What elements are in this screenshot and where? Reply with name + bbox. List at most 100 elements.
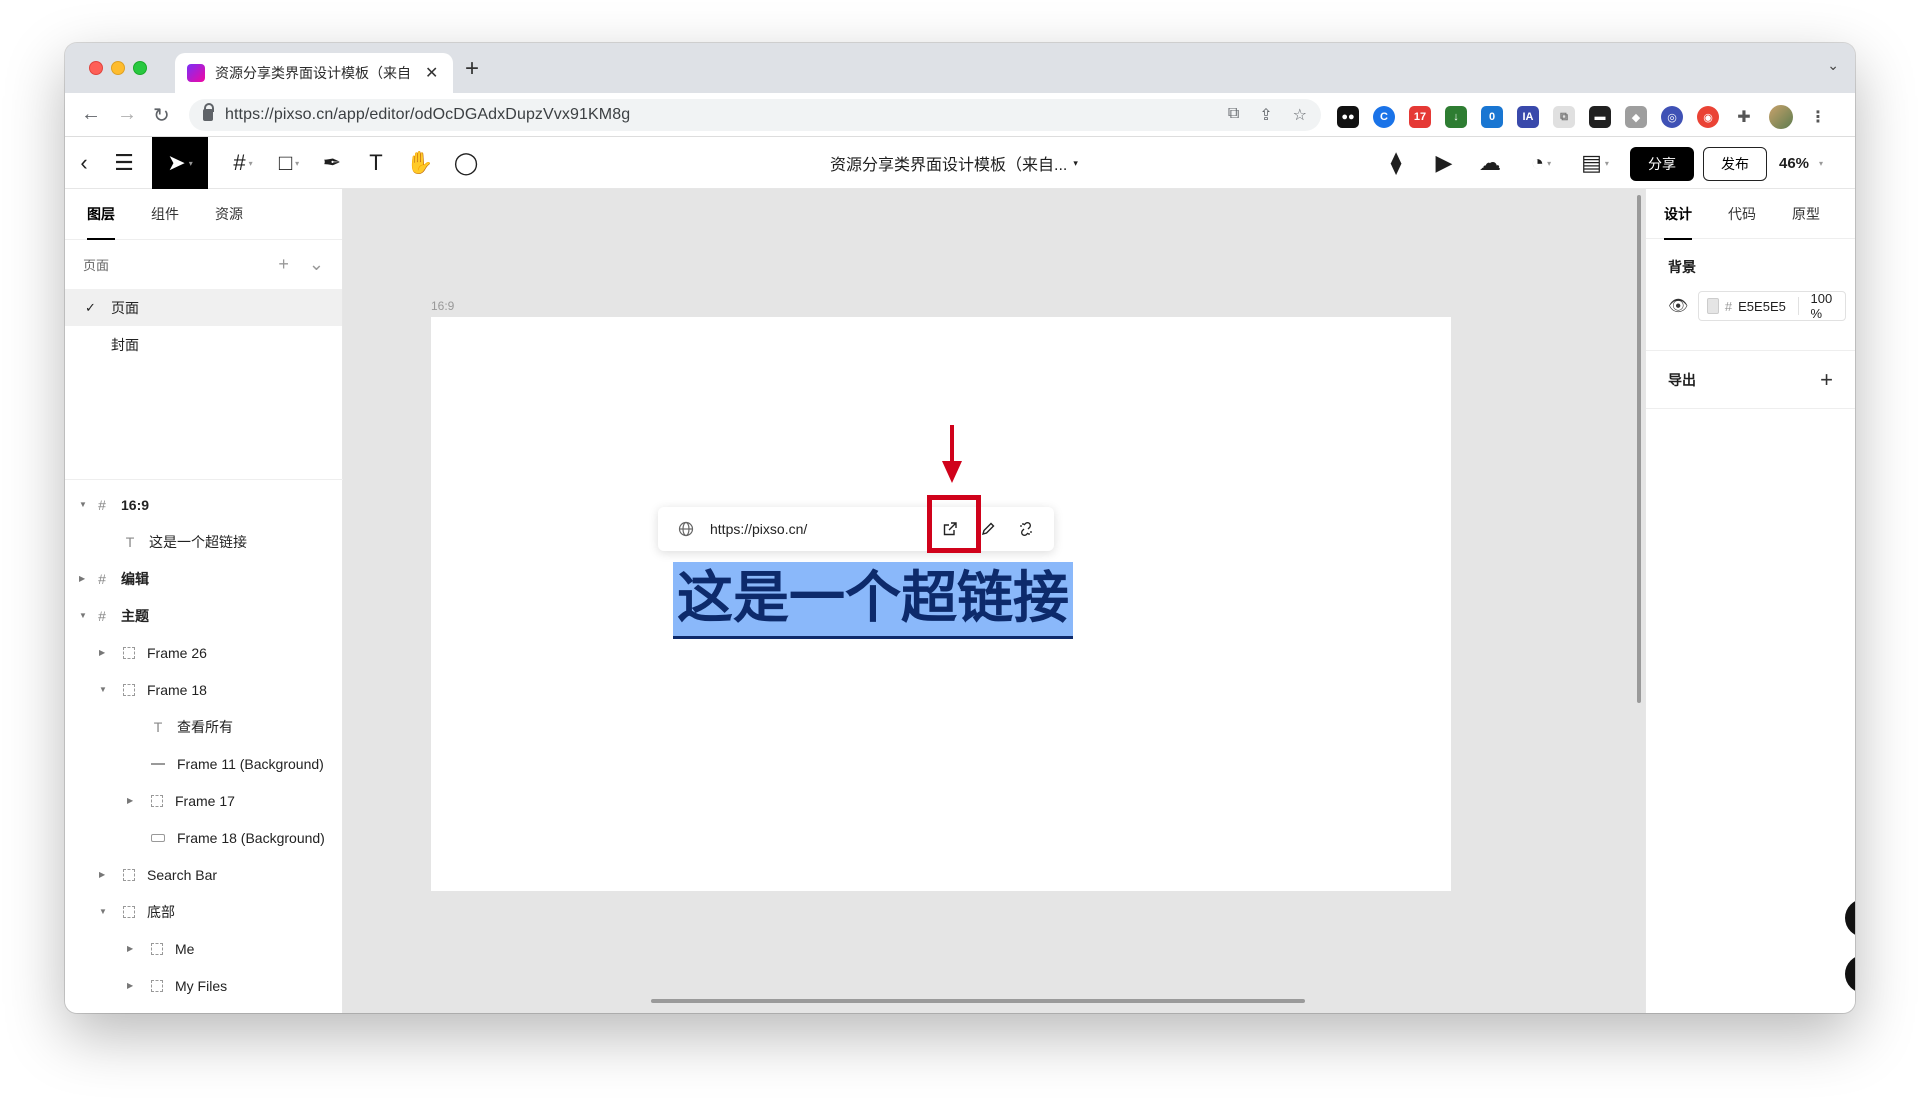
share-page-icon[interactable]: ⇪	[1259, 105, 1272, 125]
reload-icon[interactable]: ↻	[153, 103, 170, 128]
back-arrow-icon[interactable]: ←	[81, 103, 101, 126]
tab-search-chevron-icon[interactable]: ⌄	[1827, 57, 1839, 74]
extensions-puzzle-icon[interactable]: ✚	[1733, 106, 1755, 128]
layer-row[interactable]: ▼ 底部	[65, 893, 343, 930]
layout-toggle-icon[interactable]: ▤ ▾	[1575, 137, 1615, 189]
tab-code[interactable]: 代码	[1728, 198, 1756, 230]
maximize-window-button[interactable]	[133, 61, 147, 75]
history-icon[interactable]: ◔ ▾	[1521, 137, 1561, 189]
layer-row[interactable]: T 这是一个超链接	[65, 523, 343, 560]
add-page-icon[interactable]: +	[278, 254, 289, 275]
link-url-text[interactable]: https://pixso.cn/	[710, 521, 807, 537]
hyperlink-text-selected[interactable]: 这是一个超链接	[673, 562, 1073, 639]
collapsed-caret-icon[interactable]: ▶	[127, 796, 133, 805]
page-item-cover[interactable]: 封面	[65, 326, 342, 363]
export-section: 导出 +	[1646, 351, 1855, 409]
layer-row[interactable]: Frame 11 (Background)	[65, 745, 343, 782]
layer-row[interactable]: ▶ Frame 26	[65, 634, 343, 671]
layer-row[interactable]: ▼ Frame 18	[65, 671, 343, 708]
minimize-window-button[interactable]	[111, 61, 125, 75]
frame-label[interactable]: 16:9	[431, 299, 454, 313]
visibility-eye-icon[interactable]: 👁	[1668, 296, 1688, 316]
pen-tool-icon[interactable]: ✒	[317, 137, 347, 189]
extension-3-icon[interactable]: 17	[1409, 106, 1431, 128]
expanded-caret-icon[interactable]: ▼	[99, 685, 107, 694]
tab-assets[interactable]: 资源	[215, 198, 243, 230]
design-canvas[interactable]: 16:9 https://pixso.cn/ 这是一个超链接	[343, 189, 1645, 1013]
background-color-field[interactable]: # E5E5E5 100 %	[1698, 291, 1846, 321]
bookmark-star-icon[interactable]: ☆	[1293, 105, 1307, 125]
url-text[interactable]: https://pixso.cn/app/editor/odOcDGAdxDup…	[225, 106, 630, 124]
background-opacity-value[interactable]: 100 %	[1811, 291, 1837, 321]
extension-shield-icon[interactable]: ◆	[1625, 106, 1647, 128]
layer-row[interactable]: Frame 18 (Background)	[65, 819, 343, 856]
browser-menu-icon[interactable]: ⋮	[1807, 106, 1829, 128]
collapsed-caret-icon[interactable]: ▶	[127, 944, 133, 953]
layer-row[interactable]: ▶ # 编辑	[65, 560, 343, 597]
publish-button[interactable]: 发布	[1703, 147, 1767, 181]
extension-copy-icon[interactable]: ⧉	[1553, 106, 1575, 128]
hand-tool-icon[interactable]: ✋	[405, 137, 435, 189]
share-button[interactable]: 分享	[1630, 147, 1694, 181]
horizontal-scrollbar[interactable]	[651, 999, 1305, 1003]
extension-5-icon[interactable]: 0	[1481, 106, 1503, 128]
collapsed-caret-icon[interactable]: ▶	[79, 574, 85, 583]
expanded-caret-icon[interactable]: ▼	[79, 611, 87, 620]
browser-tab[interactable]: 资源分享类界面设计模板（来自 ✕	[175, 53, 453, 93]
tab-components[interactable]: 组件	[151, 198, 179, 230]
tab-title: 资源分享类界面设计模板（来自	[215, 65, 411, 81]
layer-row[interactable]: ▼ # 16:9	[65, 486, 343, 523]
frame-tool-icon[interactable]: # ▾	[225, 137, 261, 189]
present-play-icon[interactable]: ▶	[1429, 137, 1459, 189]
tab-design[interactable]: 设计	[1664, 198, 1692, 240]
collapsed-caret-icon[interactable]: ▶	[99, 648, 105, 657]
layer-row[interactable]: ▶ Frame 17	[65, 782, 343, 819]
extension-2-icon[interactable]: C	[1373, 106, 1395, 128]
expanded-caret-icon[interactable]: ▼	[99, 907, 107, 916]
new-tab-button[interactable]: +	[465, 55, 479, 83]
tab-close-icon[interactable]: ✕	[425, 63, 438, 83]
text-tool-icon[interactable]: T	[361, 137, 391, 189]
shape-tool-icon[interactable]: □ ▾	[271, 137, 307, 189]
layer-row[interactable]: ▶ Search Bar	[65, 856, 343, 893]
vertical-scrollbar[interactable]	[1637, 195, 1641, 703]
close-window-button[interactable]	[89, 61, 103, 75]
profile-avatar[interactable]	[1769, 105, 1793, 129]
extension-ia-icon[interactable]: IA	[1517, 106, 1539, 128]
back-chevron-icon[interactable]: ‹	[71, 137, 97, 189]
extension-1-icon[interactable]: ●●	[1337, 106, 1359, 128]
color-swatch[interactable]	[1707, 298, 1719, 314]
zoom-control[interactable]: 46% ▾	[1779, 137, 1823, 189]
extension-4-icon[interactable]: ↓	[1445, 106, 1467, 128]
open-external-icon[interactable]: ⧉	[1228, 105, 1239, 125]
collapsed-caret-icon[interactable]: ▶	[99, 870, 105, 879]
layer-row[interactable]: ▶ My Files	[65, 967, 343, 1004]
properties-panel: 设计 代码 原型 背景 👁 # E5E5E5 100 % 导出 +	[1645, 189, 1855, 1013]
expanded-caret-icon[interactable]: ▼	[79, 500, 87, 509]
layer-row[interactable]: ▶ Me	[65, 930, 343, 967]
plugins-icon[interactable]: ⧫	[1381, 137, 1411, 189]
layer-row[interactable]: ▼ # 主题	[65, 597, 343, 634]
extension-chrome-icon[interactable]: ◉	[1697, 106, 1719, 128]
address-bar[interactable]: https://pixso.cn/app/editor/odOcDGAdxDup…	[189, 99, 1321, 131]
collapse-pages-icon[interactable]: ⌄	[309, 254, 324, 275]
layer-row[interactable]: T 查看所有	[65, 708, 343, 745]
collapsed-caret-icon[interactable]: ▶	[127, 981, 133, 990]
cloud-upload-icon[interactable]: ☁	[1475, 137, 1505, 189]
page-item-page[interactable]: ✓ 页面	[65, 289, 342, 326]
add-export-icon[interactable]: +	[1820, 367, 1833, 393]
background-hex-value[interactable]: E5E5E5	[1738, 299, 1786, 314]
move-tool-icon[interactable]: ➤ ▾	[152, 137, 208, 189]
edit-link-pencil-icon[interactable]	[978, 519, 998, 539]
extension-terminal-icon[interactable]: ▬	[1589, 106, 1611, 128]
unlink-icon[interactable]	[1016, 519, 1036, 539]
comment-tool-icon[interactable]: ◯	[451, 137, 481, 189]
forward-arrow-icon[interactable]: →	[117, 103, 137, 126]
tab-prototype[interactable]: 原型	[1792, 198, 1820, 230]
document-title[interactable]: 资源分享类界面设计模板（来自... ▾	[830, 137, 1078, 189]
extension-target-icon[interactable]: ◎	[1661, 106, 1683, 128]
main-menu-icon[interactable]: ☰	[109, 137, 139, 189]
tab-layers[interactable]: 图层	[87, 198, 115, 240]
text-layer-icon: T	[125, 533, 135, 550]
frame-icon	[151, 942, 163, 955]
